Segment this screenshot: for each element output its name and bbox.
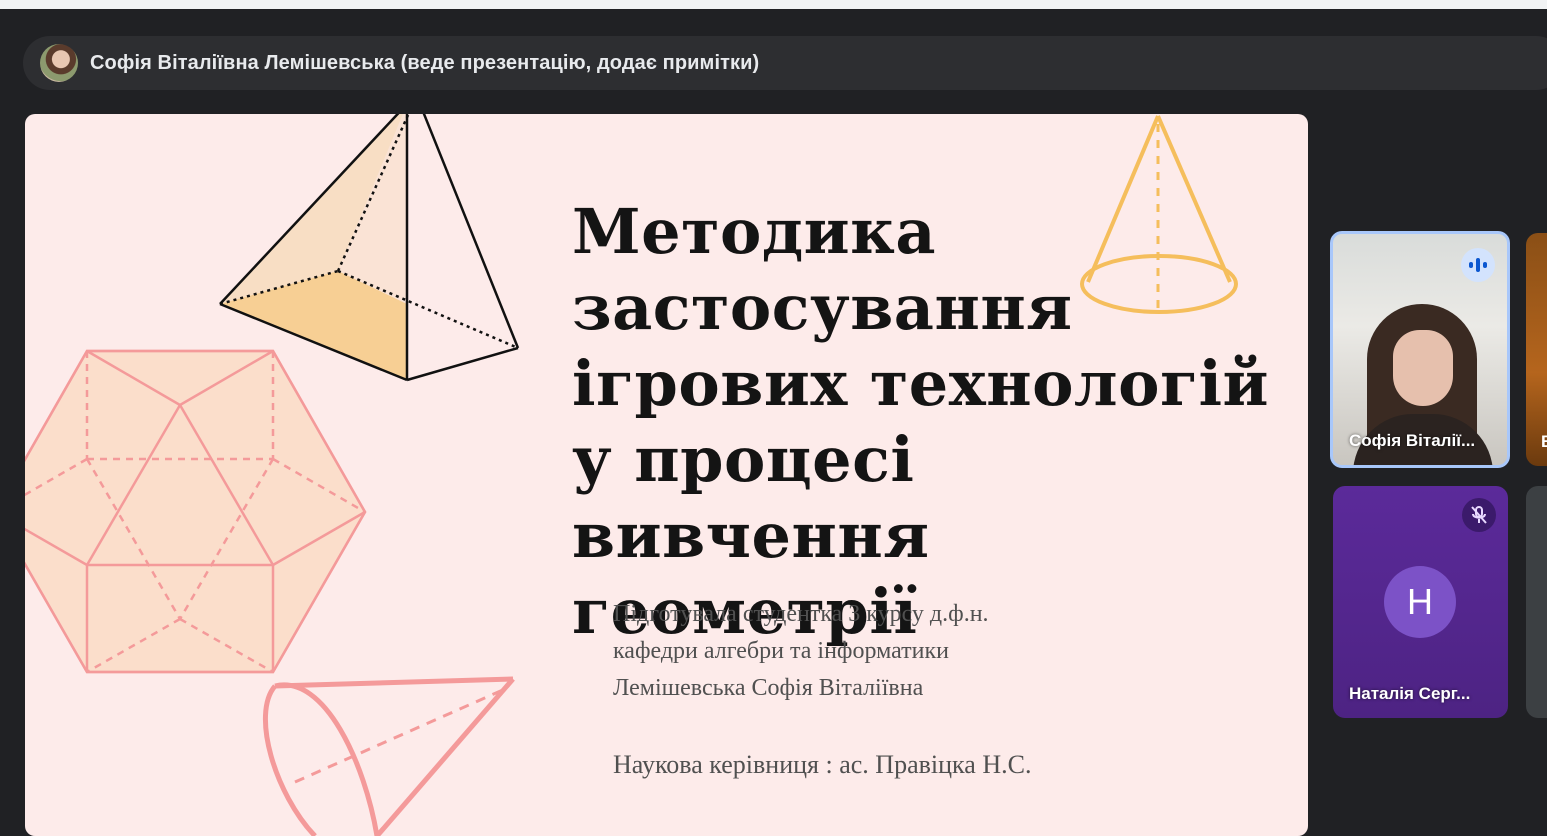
- participant-name: В: [1541, 432, 1547, 452]
- presentation-slide: Методика застосування ігрових технологій…: [25, 114, 1308, 836]
- participant-name: Софія Віталії...: [1349, 431, 1476, 450]
- slide-title-line: Методика: [572, 195, 937, 268]
- cone-illustration-pink: [262, 676, 515, 836]
- slide-subtitle-line: Підготувала студентка 3 курсу д.ф.н.: [613, 601, 989, 627]
- pyramid-illustration: [219, 114, 520, 382]
- presenter-avatar: [40, 44, 78, 82]
- participant-tile-partial[interactable]: [1526, 486, 1547, 718]
- slide-title: Методика застосування ігрових технологій…: [572, 194, 1272, 650]
- mic-off-icon: [1462, 498, 1496, 532]
- slide-supervisor: Наукова керівниця : ас. Правіцка Н.С.: [613, 750, 1032, 779]
- slide-subtitle-line: кафедри алгебри та інформатики: [613, 638, 949, 664]
- participant-face: [1393, 330, 1453, 406]
- participant-tile-natalia[interactable]: Н Наталія Серг...: [1333, 486, 1508, 718]
- audio-levels-icon: [1461, 248, 1495, 282]
- slide-title-line: ігрових технологій: [572, 347, 1270, 420]
- slide-subtitle-line: Лемішевська Софія Віталіївна: [613, 675, 924, 701]
- participant-name: Наталія Серг...: [1349, 684, 1471, 703]
- browser-top-strip: [0, 0, 1547, 9]
- polyhedron-illustration: [25, 349, 367, 674]
- participant-tile-partial[interactable]: В: [1526, 233, 1547, 466]
- participant-avatar: Н: [1384, 566, 1456, 638]
- slide-title-line: застосування: [572, 271, 1073, 344]
- participant-tile-sofia[interactable]: Софія Віталії...: [1330, 231, 1510, 468]
- presenter-label: Софія Віталіївна Лемішевська (веде презе…: [90, 51, 760, 74]
- presenter-banner: Софія Віталіївна Лемішевська (веде презе…: [23, 36, 1547, 90]
- slide-title-line: у процесі вивчення: [572, 423, 930, 572]
